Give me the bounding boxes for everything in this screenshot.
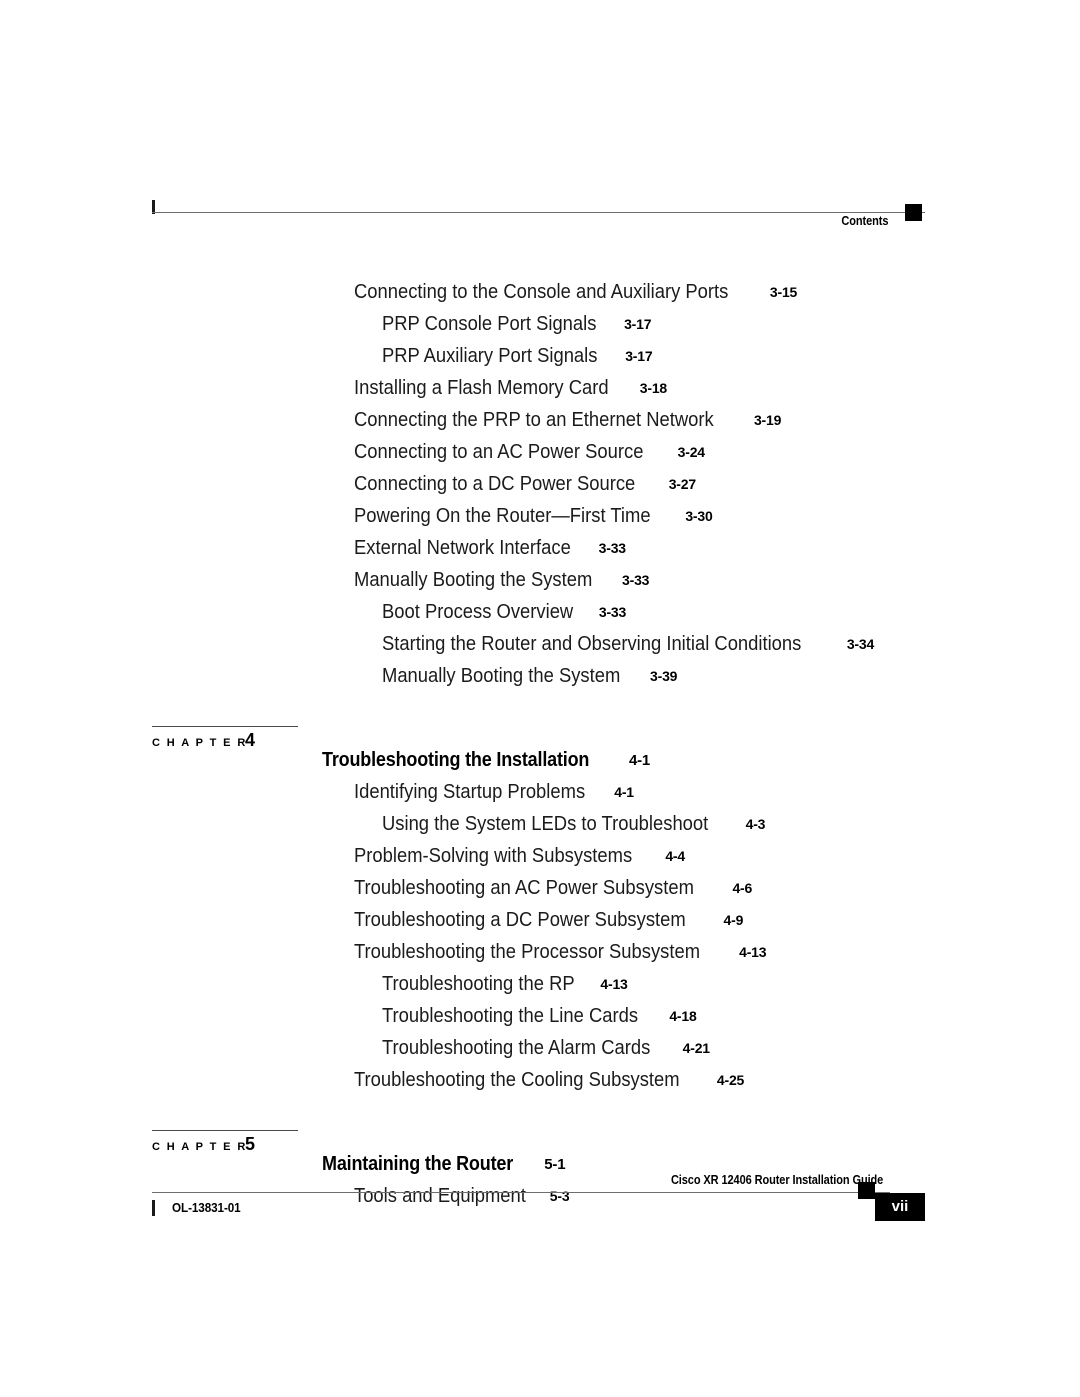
- chapter-label: C H A P T E R: [152, 737, 248, 749]
- toc-entry[interactable]: Connecting to the Console and Auxiliary …: [0, 276, 1080, 308]
- toc-entry-page: 4-9: [723, 912, 744, 928]
- toc-entry-title: Manually Booting the System: [382, 665, 621, 687]
- chapter-title-page: 5-1: [544, 1156, 566, 1173]
- toc-entry-title: Troubleshooting the Alarm Cards: [382, 1037, 651, 1059]
- toc-entry-page: 3-34: [846, 636, 875, 652]
- toc-entry-page: 3-33: [622, 572, 650, 588]
- chapter-heading-row: C H A P T E R 4 Troubleshooting the Inst…: [0, 726, 1080, 778]
- toc-entry-page: 4-13: [739, 944, 767, 960]
- footer-guide-title: Cisco XR 12406 Router Installation Guide: [670, 1173, 883, 1187]
- toc-entry-page: 4-21: [682, 1040, 710, 1056]
- toc-entry-page: 3-15: [769, 284, 798, 300]
- toc-entry[interactable]: Connecting to a DC Power Source 3-27: [0, 468, 1080, 500]
- toc-entry-title: Troubleshooting the RP: [382, 973, 575, 995]
- header-rule: [152, 212, 925, 213]
- toc-entry-title: Identifying Startup Problems: [354, 781, 586, 803]
- toc-entry[interactable]: Using the System LEDs to Troubleshoot 4-3: [0, 808, 1080, 840]
- toc-entry-page: 3-33: [598, 540, 626, 556]
- toc-entry-title: Troubleshooting an AC Power Subsystem: [354, 877, 694, 899]
- page-header: Contents: [152, 196, 925, 230]
- header-title: Contents: [841, 214, 888, 228]
- toc-entry[interactable]: Troubleshooting the Processor Subsystem 4…: [0, 936, 1080, 968]
- footer-left-tick-icon: [152, 1200, 155, 1216]
- toc-entry[interactable]: Troubleshooting a DC Power Subsystem 4-9: [0, 904, 1080, 936]
- toc-entry-title: PRP Auxiliary Port Signals: [382, 345, 598, 367]
- toc-entry-title: Troubleshooting the Cooling Subsystem: [354, 1069, 680, 1091]
- toc-entry-title: Connecting the PRP to an Ethernet Networ…: [354, 409, 714, 431]
- toc-page: Contents Connecting to the Console and A…: [0, 0, 1080, 1397]
- toc-entry-title: Manually Booting the System: [354, 569, 593, 591]
- toc-entry-page: 4-3: [745, 816, 766, 832]
- toc-entry-page: 3-19: [753, 412, 782, 428]
- chapter-number: 5: [245, 1134, 256, 1154]
- toc-entry[interactable]: Connecting to an AC Power Source 3-24: [0, 436, 1080, 468]
- toc-entry-title: Problem-Solving with Subsystems: [354, 845, 633, 867]
- chapter-title-entry[interactable]: Troubleshooting the Installation 4-1: [322, 744, 650, 778]
- black-square-marker-icon: [905, 204, 922, 221]
- chapter-title-page: 4-1: [628, 752, 651, 769]
- toc-entry[interactable]: Installing a Flash Memory Card 3-18: [0, 372, 1080, 404]
- toc-entry[interactable]: Troubleshooting the Alarm Cards 4-21: [0, 1032, 1080, 1064]
- toc-entry[interactable]: Boot Process Overview 3-33: [0, 596, 1080, 628]
- toc-entry-page: 3-33: [598, 604, 627, 620]
- toc-entry-title: Connecting to an AC Power Source: [354, 441, 644, 463]
- chapter-label: C H A P T E R: [152, 1141, 248, 1153]
- toc-entry-page: 3-39: [650, 668, 678, 684]
- toc-entry-page: 3-27: [668, 476, 696, 492]
- toc-entry[interactable]: Troubleshooting an AC Power Subsystem 4-6: [0, 872, 1080, 904]
- toc-entry-title: Boot Process Overview: [382, 601, 574, 623]
- toc-entry[interactable]: Identifying Startup Problems 4-1: [0, 776, 1080, 808]
- toc-entry-page: 3-24: [677, 444, 705, 460]
- page-footer: Cisco XR 12406 Router Installation Guide…: [152, 1172, 925, 1234]
- toc-entry-title: Connecting to the Console and Auxiliary …: [354, 281, 729, 303]
- toc-entry-page: 4-4: [665, 848, 685, 864]
- toc-entry-title: Powering On the Router—First Time: [354, 505, 651, 527]
- toc-entry-title: Troubleshooting the Line Cards: [382, 1005, 639, 1027]
- toc-entry-page: 4-6: [732, 880, 753, 896]
- toc-entry[interactable]: Starting the Router and Observing Initia…: [0, 628, 1080, 660]
- chapter-title-text: Troubleshooting the Installation: [322, 749, 590, 771]
- toc-entry-page: 4-13: [600, 976, 628, 992]
- table-of-contents: Connecting to the Console and Auxiliary …: [0, 276, 1080, 1212]
- toc-entry-title: Starting the Router and Observing Initia…: [382, 633, 802, 655]
- toc-entry[interactable]: PRP Console Port Signals 3-17: [0, 308, 1080, 340]
- toc-entry[interactable]: External Network Interface 3-33: [0, 532, 1080, 564]
- toc-entry[interactable]: PRP Auxiliary Port Signals 3-17: [0, 340, 1080, 372]
- toc-entry[interactable]: Troubleshooting the Line Cards 4-18: [0, 1000, 1080, 1032]
- toc-entry[interactable]: Manually Booting the System 3-39: [0, 660, 1080, 692]
- chapter-rule: [152, 1130, 298, 1131]
- footer-document-number: OL-13831-01: [172, 1200, 241, 1215]
- toc-entry-title: Installing a Flash Memory Card: [354, 377, 609, 399]
- toc-entry-page: 4-25: [716, 1072, 745, 1088]
- chapter-marker: C H A P T E R 4: [152, 726, 298, 760]
- toc-entry[interactable]: Troubleshooting the RP 4-13: [0, 968, 1080, 1000]
- toc-entry-title: Using the System LEDs to Troubleshoot: [382, 813, 709, 835]
- toc-entry-page: 3-18: [639, 380, 668, 396]
- toc-entry[interactable]: Powering On the Router—First Time 3-30: [0, 500, 1080, 532]
- toc-entry-page: 4-1: [614, 784, 634, 800]
- toc-entry-title: Connecting to a DC Power Source: [354, 473, 636, 495]
- toc-entry[interactable]: Connecting the PRP to an Ethernet Networ…: [0, 404, 1080, 436]
- toc-entry[interactable]: Troubleshooting the Cooling Subsystem 4-2…: [0, 1064, 1080, 1096]
- toc-entry-title: Troubleshooting the Processor Subsystem: [354, 941, 701, 963]
- page-number-box: vii: [875, 1193, 925, 1221]
- toc-entry-title: PRP Console Port Signals: [382, 313, 597, 335]
- page-number: vii: [891, 1198, 909, 1215]
- toc-entry[interactable]: Problem-Solving with Subsystems 4-4: [0, 840, 1080, 872]
- chapter-number: 4: [245, 730, 256, 750]
- toc-entry-title: External Network Interface: [354, 537, 571, 559]
- chapter-rule: [152, 726, 298, 727]
- chapter-marker: C H A P T E R 5: [152, 1130, 298, 1164]
- toc-entry-page: 3-17: [625, 348, 653, 364]
- toc-entry[interactable]: Manually Booting the System 3-33: [0, 564, 1080, 596]
- toc-entry-page: 3-17: [624, 316, 652, 332]
- toc-entry-page: 3-30: [685, 508, 713, 524]
- toc-entry-page: 4-18: [669, 1008, 697, 1024]
- toc-entry-title: Troubleshooting a DC Power Subsystem: [354, 909, 686, 931]
- footer-rule: [152, 1192, 890, 1193]
- black-square-marker-icon: [858, 1182, 875, 1199]
